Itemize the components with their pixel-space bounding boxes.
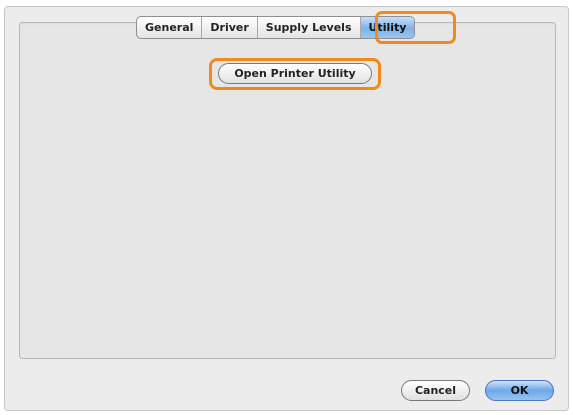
tab-bar: General Driver Supply Levels Utility — [136, 16, 416, 39]
tab-supply-levels[interactable]: Supply Levels — [258, 17, 361, 38]
cancel-button[interactable]: Cancel — [401, 380, 470, 401]
tab-utility[interactable]: Utility — [360, 17, 415, 38]
tab-general[interactable]: General — [137, 17, 203, 38]
ok-button[interactable]: OK — [485, 380, 554, 401]
open-printer-utility-button[interactable]: Open Printer Utility — [218, 63, 372, 84]
tab-driver[interactable]: Driver — [202, 17, 258, 38]
